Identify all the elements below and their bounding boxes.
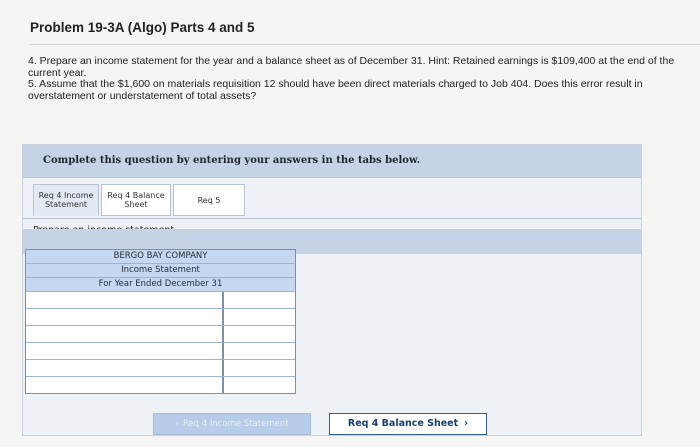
table-row <box>26 377 295 394</box>
table-row <box>26 326 295 343</box>
label-input[interactable] <box>26 309 222 326</box>
statement-name: Income Statement <box>26 264 295 278</box>
amount-input[interactable] <box>224 326 295 343</box>
label-input[interactable] <box>26 343 222 360</box>
table-row <box>26 309 295 326</box>
label-cell[interactable] <box>26 343 224 360</box>
amount-input[interactable] <box>224 360 295 377</box>
instruction-part-4: 4. Prepare an income statement for the y… <box>28 55 675 79</box>
table-row <box>26 343 295 360</box>
label-cell[interactable] <box>26 292 224 309</box>
chevron-right-icon: › <box>464 418 469 429</box>
amount-input[interactable] <box>224 292 295 309</box>
amount-input[interactable] <box>224 309 295 326</box>
label-cell[interactable] <box>26 326 224 343</box>
tab-label: Req 4 Income Statement <box>38 191 94 209</box>
divider <box>30 44 700 45</box>
instructions: 4. Prepare an income statement for the y… <box>28 55 700 102</box>
amount-cell[interactable] <box>224 377 295 394</box>
label-cell[interactable] <box>26 360 224 377</box>
chevron-left-icon: ‹ <box>175 419 179 429</box>
label-input[interactable] <box>26 360 222 377</box>
next-tab-button[interactable]: Req 4 Balance Sheet › <box>329 413 487 435</box>
amount-cell[interactable] <box>224 292 295 309</box>
label-input[interactable] <box>26 377 222 394</box>
income-statement-table: BERGO BAY COMPANY Income Statement For Y… <box>25 249 296 394</box>
amount-input[interactable] <box>224 343 295 360</box>
label-input[interactable] <box>26 326 222 343</box>
question-panel: Complete this question by entering your … <box>22 144 642 436</box>
banner-text: Complete this question by entering your … <box>43 155 421 166</box>
prev-tab-button[interactable]: ‹ Req 4 Income Statement <box>153 413 311 435</box>
page: Problem 19-3A (Algo) Parts 4 and 5 4. Pr… <box>0 0 700 447</box>
amount-cell[interactable] <box>224 326 295 343</box>
tab-label: Req 5 <box>197 195 221 205</box>
table-row <box>26 360 295 377</box>
tab-req4-balance-sheet[interactable]: Req 4 Balance Sheet <box>101 184 171 216</box>
problem-title: Problem 19-3A (Algo) Parts 4 and 5 <box>30 20 255 35</box>
amount-cell[interactable] <box>224 343 295 360</box>
label-input[interactable] <box>26 292 222 309</box>
tab-underline <box>23 218 641 219</box>
company-name: BERGO BAY COMPANY <box>26 250 295 264</box>
statement-period: For Year Ended December 31 <box>26 278 295 292</box>
next-tab-label: Req 4 Balance Sheet <box>347 418 459 429</box>
instruction-part-5: 5. Assume that the $1,600 on materials r… <box>28 78 643 102</box>
instructions-banner: Complete this question by entering your … <box>23 145 641 178</box>
prev-tab-label: Req 4 Income Statement <box>182 419 289 429</box>
label-cell[interactable] <box>26 309 224 326</box>
amount-cell[interactable] <box>224 309 295 326</box>
tab-req4-income-statement[interactable]: Req 4 Income Statement <box>33 184 99 216</box>
tab-label: Req 4 Balance Sheet <box>107 191 165 209</box>
tab-req5[interactable]: Req 5 <box>173 184 245 216</box>
amount-input[interactable] <box>224 377 295 394</box>
amount-cell[interactable] <box>224 360 295 377</box>
label-cell[interactable] <box>26 377 224 394</box>
table-row <box>26 292 295 309</box>
